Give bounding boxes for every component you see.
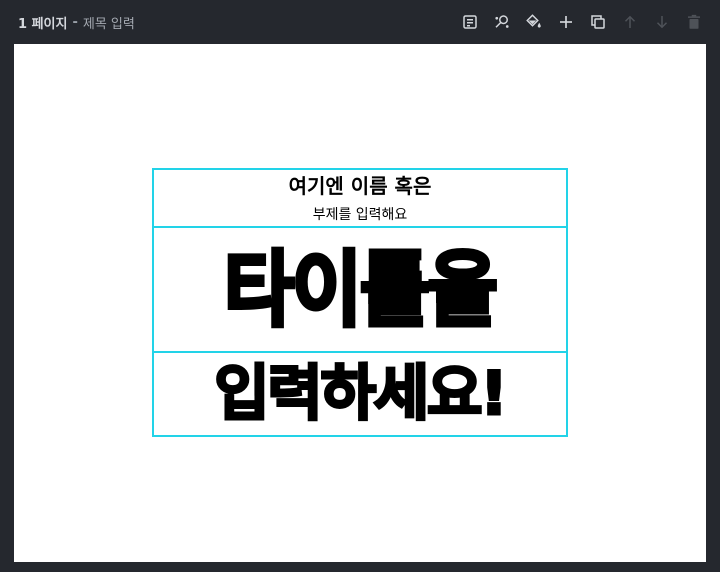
heading-text: 여기엔 이름 혹은 — [288, 174, 432, 198]
text-group-selection[interactable]: 여기엔 이름 혹은 부제를 입력해요 타이틀을 입력하세요! — [152, 168, 568, 437]
title-text-box[interactable]: 타이틀을 — [154, 228, 566, 353]
magic-wand-icon — [495, 15, 509, 28]
title-sub-text-box[interactable]: 입력하세요! — [154, 353, 566, 435]
memo-button[interactable] — [458, 10, 482, 34]
magic-button[interactable] — [490, 10, 514, 34]
memo-icon — [463, 15, 477, 29]
arrow-up-icon — [624, 15, 636, 28]
move-down-button[interactable] — [650, 10, 674, 34]
add-page-button[interactable] — [554, 10, 578, 34]
duplicate-icon — [591, 15, 605, 29]
title-line1-text: 타이틀을 — [222, 240, 500, 338]
page-number: 1 페이지 — [18, 16, 68, 32]
arrow-down-icon — [656, 16, 668, 29]
subtitle-text: 부제를 입력해요 — [312, 207, 408, 223]
trash-icon — [688, 14, 700, 29]
heading-text-box[interactable]: 여기엔 이름 혹은 부제를 입력해요 — [154, 170, 566, 228]
paint-bucket-icon — [526, 14, 541, 28]
page-header: 1 페이지 - 제목 입력 — [0, 0, 720, 44]
background-color-button[interactable] — [522, 10, 546, 34]
title-separator: - — [72, 14, 78, 30]
design-canvas[interactable]: 여기엔 이름 혹은 부제를 입력해요 타이틀을 입력하세요! — [14, 44, 706, 562]
page-toolbar — [458, 10, 706, 34]
delete-page-button[interactable] — [682, 10, 706, 34]
page-title-input[interactable]: 제목 입력 — [83, 13, 135, 32]
move-up-button[interactable] — [618, 10, 642, 34]
duplicate-page-button[interactable] — [586, 10, 610, 34]
plus-icon — [560, 16, 572, 28]
page-label: 1 페이지 - 제목 입력 — [18, 13, 135, 32]
title-line2-text: 입력하세요! — [213, 359, 509, 429]
